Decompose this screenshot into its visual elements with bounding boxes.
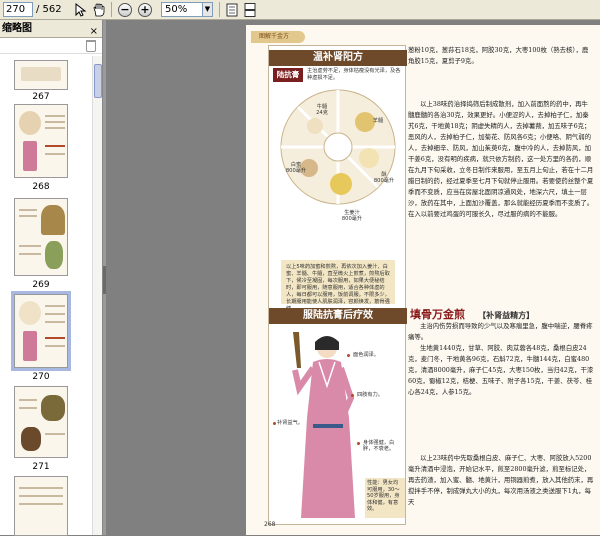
- thumbnail-illustration: [41, 395, 65, 421]
- annotation-bullet: [357, 442, 360, 445]
- select-tool-icon[interactable]: [73, 2, 89, 18]
- scrollbar-thumb[interactable]: [94, 64, 102, 98]
- thumbnail-text-line: [45, 305, 65, 307]
- thumbnail-illustration: [19, 111, 41, 135]
- thumbnails-scrollbar[interactable]: [92, 56, 102, 535]
- preparation-text: 以上5味药加蜜和煎熬，再依次加入姜汁、白蜜、羊髓、牛髓，直至微火上煎煮，煎熬后取…: [281, 260, 395, 312]
- annotation-bullet: [347, 354, 350, 357]
- thumbnail-illustration: [19, 301, 41, 325]
- thumbnail-illustration: [41, 205, 65, 235]
- thumbnail-text-line: [19, 215, 37, 217]
- page-thumbnail[interactable]: [14, 386, 68, 458]
- annotation-bullet: [273, 422, 276, 425]
- thumbnail-label: 271: [32, 462, 50, 472]
- herb-label: 牛髓 24克: [316, 104, 328, 116]
- page-thumbnail[interactable]: [14, 60, 68, 90]
- thumbnail-text-line: [19, 503, 63, 505]
- herb-wheel-illustration: [280, 89, 396, 205]
- thumbnail-text-line: [45, 153, 65, 155]
- thumbnail-label: 268: [32, 182, 50, 192]
- trash-icon[interactable]: [86, 40, 96, 52]
- thumbnail-illustration: [21, 67, 61, 81]
- thumbnail-text-line: [19, 407, 37, 409]
- usage-note: 性能：男女均可服用，30～50岁服用，身体和健，有意效。: [365, 478, 405, 518]
- page-number: 268: [264, 521, 276, 528]
- page-thumbnail[interactable]: [14, 104, 68, 178]
- toolbar-divider: [111, 2, 112, 17]
- thumbnails-header: 缩略图 ×: [0, 20, 102, 38]
- formula-heading-main: 填骨万金煎: [410, 308, 465, 321]
- thumbnail-text-line: [45, 121, 65, 123]
- continuous-view-icon[interactable]: [242, 2, 258, 18]
- herb-label: 生姜汁 800毫升: [341, 210, 363, 222]
- thumbnails-toolbar: [0, 38, 102, 54]
- document-viewer[interactable]: 图解千金方 温补肾阳方 陆抗膏 主治虚劳不足，身体枯瘦没有光泽，及各种虚损不足。…: [106, 20, 600, 535]
- thumbnail-illustration: [45, 241, 63, 269]
- section-tab: 图解千金方: [251, 31, 305, 43]
- formula-note: 主治虚劳不足，身体枯瘦没有光泽，及各种虚损不足。: [307, 68, 401, 81]
- zoom-out-button[interactable]: −: [118, 2, 132, 17]
- formula-heading-sub: 【补肾益精方】: [478, 310, 535, 320]
- thumbnail-text-line: [19, 399, 37, 401]
- page-thumbnail[interactable]: [14, 476, 68, 536]
- recipe-title: 温补肾阳方: [269, 50, 407, 66]
- herb-label: 白蜜 800毫升: [285, 162, 307, 174]
- toolbar-divider: [219, 2, 220, 17]
- thumbnail-text-line: [45, 313, 65, 315]
- chevron-down-icon[interactable]: ▼: [202, 2, 213, 17]
- formula-heading: 填骨万金煎 【补肾益精方】: [410, 303, 594, 321]
- formula-tag: 陆抗膏: [273, 68, 303, 82]
- text-paragraph: 主治内伤劳损而导致的少气以及寒痼里急，腹中喘逆，腰脊疼痛等。: [408, 322, 593, 341]
- thumbnail-label: 267: [32, 92, 50, 102]
- document-page: 图解千金方 温补肾阳方 陆抗膏 主治虚劳不足，身体枯瘦没有光泽，及各种虚损不足。…: [246, 25, 600, 535]
- thumbnail-text-line: [19, 209, 37, 211]
- toolbar: / 562 − + 50% ▼: [0, 0, 600, 20]
- thumbnail-text-line: [19, 245, 41, 247]
- herb-label: 羊髓: [372, 118, 384, 124]
- text-paragraph: 葱粉10克，葱荪石18克，阿胶30克，大枣100枚（熟去核），鹿角胶15克，夏剪…: [408, 46, 589, 65]
- zoom-value: 50%: [165, 4, 188, 15]
- thumbnail-illustration: [23, 141, 37, 171]
- single-page-view-icon[interactable]: [224, 2, 240, 18]
- page-thumbnail[interactable]: [14, 198, 68, 276]
- annotation-label: 四肢有力。: [357, 392, 383, 398]
- thumbnail-text-line: [45, 115, 65, 117]
- zoom-select[interactable]: 50% ▼: [161, 2, 213, 17]
- thumbnail-text-line: [45, 433, 65, 435]
- zoom-out-label: −: [120, 3, 130, 16]
- thumbnail-text-line: [45, 321, 65, 323]
- annotation-label: 身体强健，白胖，不衰老。: [363, 440, 395, 452]
- text-paragraph: 以上38味药治择捣筛后制成散剂，加入前面熬的药中，再牛髓鹿髓的各治30克，效果更…: [408, 100, 594, 218]
- thumbnail-text-line: [45, 145, 65, 147]
- annotation-label: 面色润泽。: [353, 352, 379, 358]
- page-number-input[interactable]: [3, 2, 33, 17]
- thumbnail-illustration: [21, 427, 41, 451]
- hand-tool-icon[interactable]: [91, 2, 107, 18]
- thumbnail-illustration: [23, 331, 37, 361]
- recipe-panel: 温补肾阳方 陆抗膏 主治虚劳不足，身体枯瘦没有光泽，及各种虚损不足。 牛髓 24…: [268, 45, 407, 525]
- thumbnail-text-line: [45, 345, 65, 347]
- thumbnails-title: 缩略图: [2, 23, 32, 34]
- zoom-in-label: +: [140, 3, 150, 16]
- effects-title: 服陆抗膏后疗效: [269, 308, 407, 324]
- thumbnails-panel: 缩略图 × 267 268 269 270 271: [0, 20, 103, 536]
- text-paragraph: 生地黄1440克，甘草、阿胶、肉苁蓉各48克，桑根白皮24克，麦门冬，干地黄各9…: [408, 344, 594, 396]
- thumbnail-label: 270: [32, 372, 50, 382]
- thumbnail-label: 269: [32, 280, 50, 290]
- page-total: / 562: [36, 4, 62, 15]
- thumbnail-text-line: [19, 253, 41, 255]
- thumbnail-text-line: [19, 495, 63, 497]
- thumbnail-text-line: [45, 127, 65, 129]
- thumbnail-text-line: [45, 337, 65, 339]
- annotation-bullet: [351, 394, 354, 397]
- zoom-in-button[interactable]: +: [138, 2, 152, 17]
- thumbnail-text-line: [19, 487, 63, 489]
- annotation-label: 补肾益气。: [277, 420, 303, 426]
- page-thumbnail[interactable]: [11, 291, 71, 371]
- text-paragraph: 以上23味药中先取桑根白皮、麻子仁、大枣、阿胶放入5200毫升清酒中浸泡，开始记…: [408, 454, 594, 506]
- herb-label: 酥 800毫升: [373, 172, 395, 184]
